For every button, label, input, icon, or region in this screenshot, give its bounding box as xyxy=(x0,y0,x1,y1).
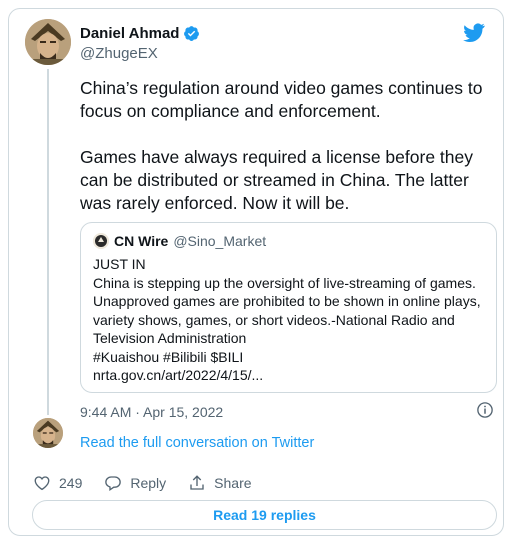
share-icon xyxy=(190,475,204,490)
quoted-line: JUST IN xyxy=(93,256,146,272)
tweet-timestamp[interactable]: 9:44 AM · Apr 15, 2022 xyxy=(80,404,223,420)
read-full-conversation-link[interactable]: Read the full conversation on Twitter xyxy=(80,435,314,451)
like-button[interactable]: 249 xyxy=(33,474,82,492)
twitter-bird-icon[interactable] xyxy=(463,23,485,42)
read-replies-button[interactable]: Read 19 replies xyxy=(32,500,497,530)
reply-icon xyxy=(105,476,122,492)
author-display-name[interactable]: Daniel Ahmad xyxy=(80,25,179,42)
author-avatar[interactable] xyxy=(25,19,71,65)
quoted-link: nrta.gov.cn/art/2022/4/15/... xyxy=(93,367,264,383)
embedded-tweet-card: Daniel Ahmad @ZhugeEX China’s regulation… xyxy=(8,8,504,536)
author-info[interactable]: Daniel Ahmad @ZhugeEX xyxy=(80,25,200,62)
thread-line xyxy=(47,69,49,415)
like-count: 249 xyxy=(59,475,83,491)
quoted-line: China is stepping up the oversight of li… xyxy=(93,274,476,291)
verified-badge-icon xyxy=(184,26,200,41)
quoted-line: variety shows, games, or short videos.-N… xyxy=(93,311,455,328)
reply-label: Reply xyxy=(130,475,167,491)
tweet-paragraph: Games have always required a license bef… xyxy=(80,147,473,213)
quoted-author-name: CN Wire xyxy=(114,233,169,249)
quoted-line: Unapproved games are prohibited to be sh… xyxy=(93,293,481,309)
quoted-author-avatar xyxy=(93,233,109,249)
quoted-tweet-text: JUST IN China is stepping up the oversig… xyxy=(93,255,484,385)
quoted-tweet[interactable]: CN Wire @Sino_Market JUST IN China is st… xyxy=(80,222,497,393)
quoted-line: Television Administration xyxy=(93,330,247,346)
share-label: Share xyxy=(214,475,252,491)
reply-button[interactable]: Reply xyxy=(104,474,166,492)
tweet-actions: 249 Reply Share xyxy=(33,474,274,492)
author-handle[interactable]: @ZhugeEX xyxy=(80,45,200,62)
quoted-author-handle: @Sino_Market xyxy=(173,233,267,249)
tweet-paragraph: China’s regulation around video games co… xyxy=(80,78,483,121)
reply-avatar[interactable] xyxy=(33,418,63,448)
share-button[interactable]: Share xyxy=(188,474,252,492)
heart-icon xyxy=(34,476,50,491)
quoted-hashtags: #Kuaishou #Bilibili $BILI xyxy=(93,348,244,365)
info-icon[interactable] xyxy=(476,401,494,419)
tweet-text: China’s regulation around video games co… xyxy=(80,77,500,215)
